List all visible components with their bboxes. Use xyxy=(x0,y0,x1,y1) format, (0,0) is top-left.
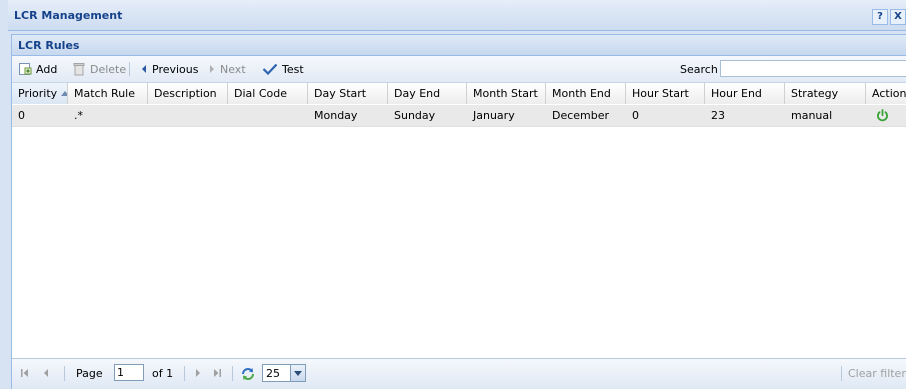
column-header-label: Strategy xyxy=(791,87,839,100)
cell-strategy: manual xyxy=(791,109,833,122)
pager-separator xyxy=(64,366,65,381)
close-icon[interactable]: X xyxy=(890,9,906,25)
add-button[interactable]: Add xyxy=(18,62,57,76)
page-size-value: 25 xyxy=(266,367,280,380)
column-header-label: Hour End xyxy=(711,87,762,100)
column-header-hour-start[interactable]: Hour Start xyxy=(626,83,705,104)
grid-body xyxy=(12,104,906,357)
column-header-day-start[interactable]: Day Start xyxy=(308,83,388,104)
page-label: Page xyxy=(76,367,103,380)
column-header-label: Actions xyxy=(872,87,906,100)
power-icon[interactable] xyxy=(876,109,889,122)
first-page-icon[interactable] xyxy=(20,367,30,379)
prev-page-icon[interactable] xyxy=(42,367,50,379)
next-page-icon[interactable] xyxy=(194,367,202,379)
panel-title: LCR Rules xyxy=(18,39,80,52)
pager-separator xyxy=(232,366,233,381)
lcr-rules-panel: LCR Rules Add Delete Previous Next Test … xyxy=(11,34,906,389)
column-header-match-rule[interactable]: Match Rule xyxy=(68,83,148,104)
column-header-month-end[interactable]: Month End xyxy=(546,83,626,104)
column-header-label: Dial Code xyxy=(234,87,287,100)
cell-day-start: Monday xyxy=(314,109,358,122)
grid-header: Priority Match Rule Description Dial Cod… xyxy=(12,83,906,105)
previous-button[interactable]: Previous xyxy=(140,62,199,76)
column-header-label: Month Start xyxy=(473,87,538,100)
grid-toolbar: Add Delete Previous Next Test Search xyxy=(12,56,906,83)
column-header-hour-end[interactable]: Hour End xyxy=(705,83,785,104)
cell-actions xyxy=(866,105,906,126)
cell-day-end: Sunday xyxy=(394,109,436,122)
cell-priority: 0 xyxy=(18,109,25,122)
cell-match-rule: .* xyxy=(74,109,83,122)
add-icon xyxy=(18,62,32,76)
page-count-label: of 1 xyxy=(152,367,174,380)
pager-separator xyxy=(841,366,842,381)
arrow-left-icon xyxy=(140,64,148,74)
delete-button[interactable]: Delete xyxy=(72,62,126,76)
column-header-month-start[interactable]: Month Start xyxy=(467,83,546,104)
search-input[interactable] xyxy=(720,60,906,77)
add-label: Add xyxy=(36,62,58,76)
panel-header: LCR Rules xyxy=(12,35,906,56)
cell-hour-start: 0 xyxy=(632,109,639,122)
test-button[interactable]: Test xyxy=(262,62,304,76)
column-header-day-end[interactable]: Day End xyxy=(388,83,467,104)
arrow-right-icon xyxy=(208,64,216,74)
trash-icon xyxy=(72,62,86,76)
next-label: Next xyxy=(220,62,246,76)
column-header-description[interactable]: Description xyxy=(148,83,228,104)
search-label: Search xyxy=(680,63,718,76)
column-header-actions[interactable]: Actions xyxy=(866,83,906,104)
table-row[interactable]: 0 .* Monday Sunday January December 0 23… xyxy=(12,105,906,127)
column-header-dial-code[interactable]: Dial Code xyxy=(228,83,308,104)
chevron-down-icon[interactable] xyxy=(290,365,305,381)
window-titlebar: LCR Management ? X xyxy=(8,0,906,31)
test-label: Test xyxy=(282,62,304,76)
window-title: LCR Management xyxy=(14,9,123,22)
app-frame: LCR Management ? X LCR Rules Add Delete xyxy=(0,0,906,389)
previous-label: Previous xyxy=(152,62,199,76)
column-header-label: Day Start xyxy=(314,87,367,100)
cell-month-end: December xyxy=(552,109,610,122)
column-header-label: Priority xyxy=(18,87,58,100)
pager-separator xyxy=(184,366,185,381)
column-header-label: Hour Start xyxy=(632,87,689,100)
sort-ascending-icon xyxy=(61,91,67,96)
cell-hour-end: 23 xyxy=(711,109,725,122)
next-button[interactable]: Next xyxy=(208,62,246,76)
page-number-input[interactable] xyxy=(114,364,144,381)
cell-month-start: January xyxy=(473,109,515,122)
delete-label: Delete xyxy=(90,62,127,76)
column-header-label: Day End xyxy=(394,87,441,100)
cell-dial-code xyxy=(228,105,308,126)
column-header-priority[interactable]: Priority xyxy=(12,83,68,104)
last-page-icon[interactable] xyxy=(212,367,222,379)
refresh-icon[interactable] xyxy=(240,366,256,382)
toolbar-separator xyxy=(129,62,130,76)
help-icon[interactable]: ? xyxy=(872,9,888,25)
clear-filters-button[interactable]: Clear filters xyxy=(848,367,906,380)
column-header-strategy[interactable]: Strategy xyxy=(785,83,866,104)
window-tools: ? X xyxy=(872,9,906,25)
column-header-label: Description xyxy=(154,87,217,100)
column-header-label: Month End xyxy=(552,87,611,100)
check-icon xyxy=(262,63,278,75)
cell-description xyxy=(148,105,228,126)
paging-toolbar: Page of 1 25 Clear filters xyxy=(12,358,906,389)
page-size-select[interactable]: 25 xyxy=(262,364,306,382)
column-header-label: Match Rule xyxy=(74,87,136,100)
